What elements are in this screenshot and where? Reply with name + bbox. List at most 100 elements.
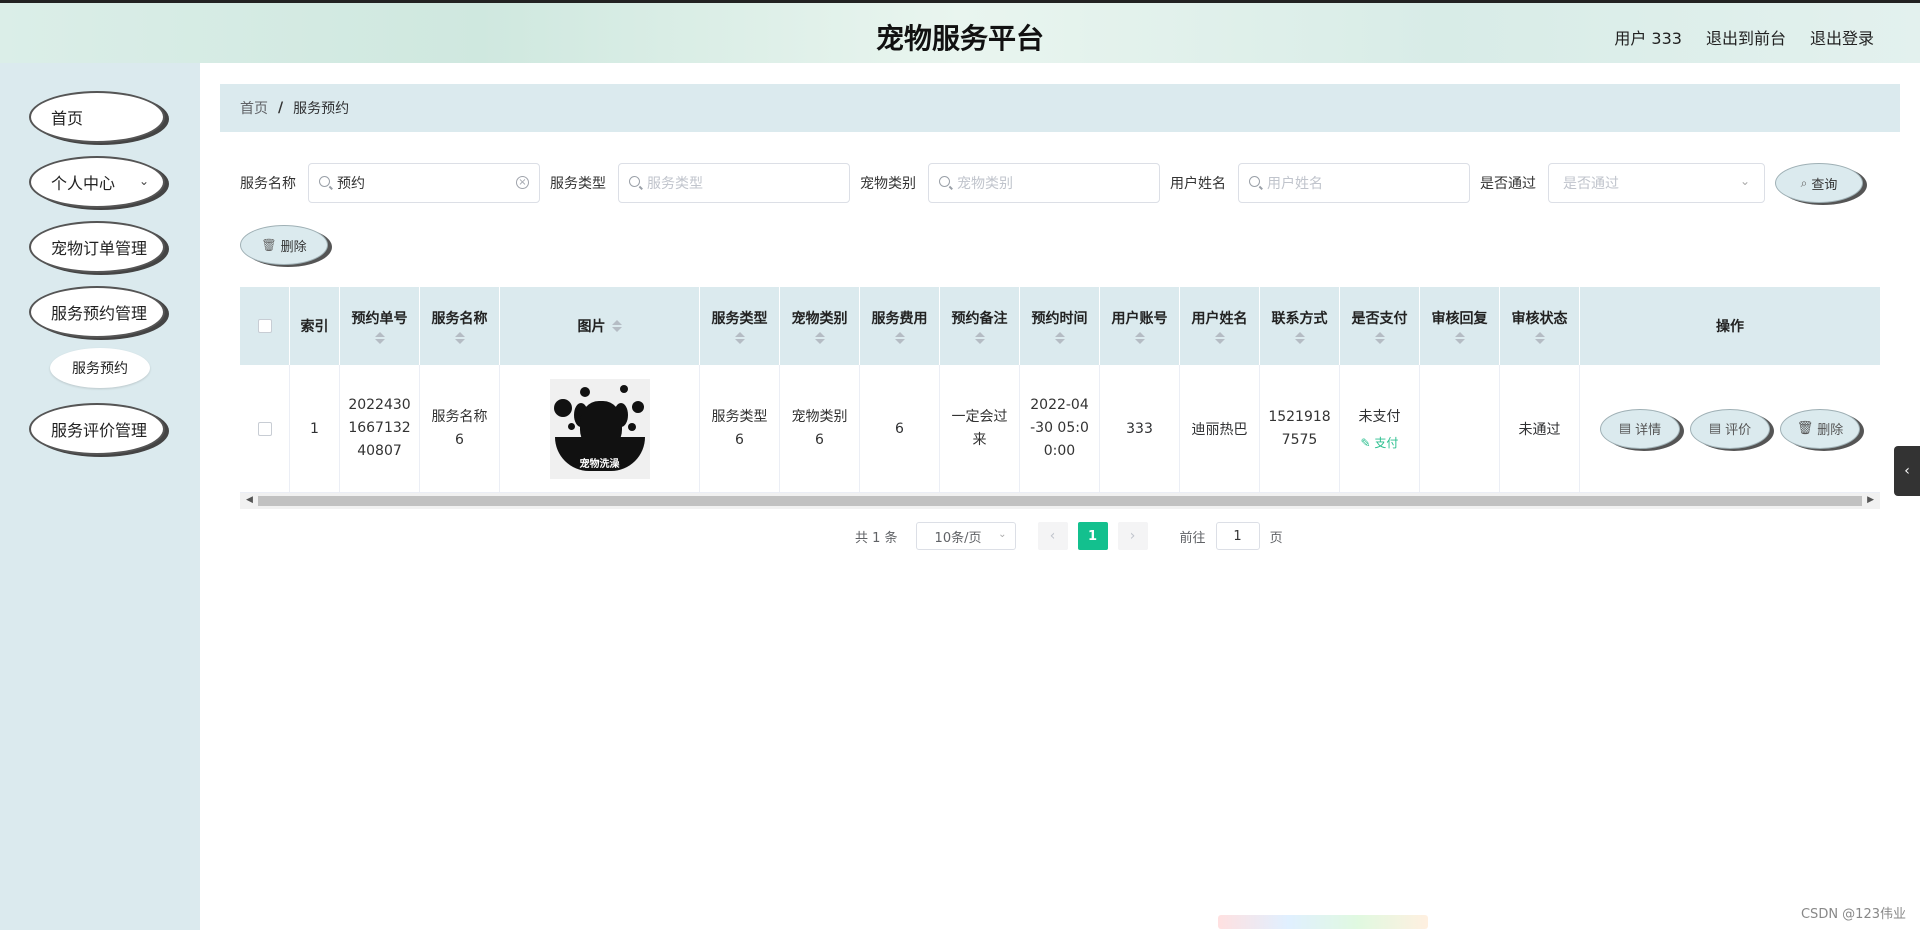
pay-link[interactable]: ✎ 支付 xyxy=(1361,434,1399,451)
column-header[interactable]: 服务类型 xyxy=(700,287,780,365)
column-header[interactable]: 审核状态 xyxy=(1500,287,1580,365)
back-to-front-link[interactable]: 退出到前台 xyxy=(1706,25,1786,49)
logout-link[interactable]: 退出登录 xyxy=(1810,25,1874,49)
sort-icon[interactable] xyxy=(1054,332,1065,344)
sort-icon[interactable] xyxy=(454,332,465,344)
time-line: -30 05:0 xyxy=(1030,420,1089,436)
time-line: 2022-04 xyxy=(1030,397,1089,413)
collapse-panel-button[interactable]: ‹ xyxy=(1894,446,1920,496)
sort-icon[interactable] xyxy=(1294,332,1305,344)
query-button[interactable]: ⌕ 查询 xyxy=(1775,163,1863,203)
phone-line: 7575 xyxy=(1281,431,1318,448)
sort-icon[interactable] xyxy=(814,332,825,344)
column-header[interactable]: 审核回复 xyxy=(1420,287,1500,365)
search-icon xyxy=(629,176,640,187)
sidebar-subitem-service-booking[interactable]: 服务预约 xyxy=(50,348,150,388)
sort-icon[interactable] xyxy=(374,332,385,344)
search-icon xyxy=(1249,176,1260,187)
user-name-placeholder: 用户姓名 xyxy=(1267,176,1323,192)
service-name-input[interactable]: 预约 × xyxy=(308,163,540,203)
sidebar-item-service-booking-mgmt[interactable]: 服务预约管理 xyxy=(29,286,165,338)
image-caption: 宠物洗澡 xyxy=(579,458,620,470)
pagination: 共 1 条 10条/页 ⌄ ‹ 1 › 前往 1 页 xyxy=(855,522,1283,550)
sort-icon[interactable] xyxy=(1534,332,1545,344)
detail-button[interactable]: ▤ 详情 xyxy=(1600,408,1680,449)
sidebar-item-home[interactable]: 首页 xyxy=(29,91,165,143)
sidebar-item-label: 服务预约 xyxy=(72,361,128,377)
column-header[interactable]: 预约备注 xyxy=(940,287,1020,365)
service-name-label: 服务名称 xyxy=(240,176,296,192)
remark-line: 来 xyxy=(972,431,987,448)
column-service-name-header: 服务名称 xyxy=(431,311,488,327)
column-image-header: 图片 xyxy=(577,319,606,335)
sidebar-item-personal-center[interactable]: 个人中心 ⌄ xyxy=(29,156,165,208)
column-fee-header: 服务费用 xyxy=(871,311,928,327)
column-header[interactable]: 是否支付 xyxy=(1340,287,1420,365)
table-horizontal-scrollbar[interactable]: ◀ ▶ xyxy=(240,493,1880,509)
passed-select[interactable]: 是否通过 ⌄ xyxy=(1548,163,1765,203)
index-value: 1 xyxy=(310,420,319,437)
goto-page-input[interactable]: 1 xyxy=(1215,522,1260,550)
sort-icon[interactable] xyxy=(1214,332,1225,344)
breadcrumb-home[interactable]: 首页 xyxy=(240,98,268,118)
sort-icon[interactable] xyxy=(1454,332,1465,344)
review-button[interactable]: ▤ 评价 xyxy=(1690,408,1770,449)
column-header[interactable]: 预约时间 xyxy=(1020,287,1100,365)
sidebar-item-pet-orders[interactable]: 宠物订单管理 xyxy=(29,221,165,273)
column-status-header: 审核状态 xyxy=(1511,311,1568,327)
cell-account: 333 xyxy=(1100,365,1180,492)
page-number-current[interactable]: 1 xyxy=(1077,522,1108,550)
pet-category-input[interactable]: 宠物类别 xyxy=(928,163,1160,203)
service-type-line: 6 xyxy=(735,431,744,448)
next-page-button[interactable]: › xyxy=(1117,522,1148,550)
scrollbar-thumb[interactable] xyxy=(258,496,1862,506)
passed-placeholder: 是否通过 xyxy=(1563,176,1619,192)
sort-icon[interactable] xyxy=(611,320,622,332)
column-header[interactable]: 图片 xyxy=(500,287,700,365)
cell-status: 未通过 xyxy=(1500,365,1580,492)
service-type-input[interactable]: 服务类型 xyxy=(618,163,850,203)
column-order-no-header: 预约单号 xyxy=(351,311,408,327)
watermark: CSDN @123伟业 xyxy=(1800,907,1906,922)
column-header[interactable]: 预约单号 xyxy=(340,287,420,365)
row-select-cell xyxy=(240,365,290,492)
order-no-line: 1667132 xyxy=(348,420,411,436)
column-header[interactable]: 宠物类别 xyxy=(780,287,860,365)
column-header[interactable]: 服务名称 xyxy=(420,287,500,365)
column-header[interactable]: 用户姓名 xyxy=(1180,287,1260,365)
sort-icon[interactable] xyxy=(974,332,985,344)
scroll-right-icon[interactable]: ▶ xyxy=(1867,495,1874,505)
passed-label: 是否通过 xyxy=(1480,176,1536,192)
column-user-name-header: 用户姓名 xyxy=(1191,311,1248,327)
column-header[interactable]: 用户账号 xyxy=(1100,287,1180,365)
delete-row-button[interactable]: 🗑 删除 xyxy=(1780,408,1860,449)
column-header: 索引 xyxy=(290,287,340,365)
review-button-label: 评价 xyxy=(1725,423,1752,438)
pet-category-line: 6 xyxy=(815,431,824,448)
cell-service-name: 服务名称 6 xyxy=(420,365,500,492)
sort-icon[interactable] xyxy=(734,332,745,344)
column-header[interactable]: 联系方式 xyxy=(1260,287,1340,365)
prev-page-button[interactable]: ‹ xyxy=(1037,522,1068,550)
pet-bath-image[interactable]: 宠物洗澡 xyxy=(549,378,650,479)
bulk-delete-button[interactable]: 🗑 删除 xyxy=(240,225,328,265)
sort-icon[interactable] xyxy=(1374,332,1385,344)
pay-link-label: 支付 xyxy=(1374,436,1399,450)
sidebar-item-service-review-mgmt[interactable]: 服务评价管理 xyxy=(29,403,165,455)
breadcrumb-separator: / xyxy=(278,100,284,116)
page-size-select[interactable]: 10条/页 ⌄ xyxy=(915,522,1016,550)
column-header[interactable]: 服务费用 xyxy=(860,287,940,365)
scroll-left-icon[interactable]: ◀ xyxy=(246,495,253,505)
query-button-label: 查询 xyxy=(1811,177,1838,193)
cell-remark: 一定会过 来 xyxy=(940,365,1020,492)
row-checkbox[interactable] xyxy=(257,421,272,436)
user-name-input[interactable]: 用户姓名 xyxy=(1238,163,1470,203)
select-all-checkbox[interactable] xyxy=(257,319,272,333)
clear-icon[interactable]: × xyxy=(516,176,529,189)
sort-icon[interactable] xyxy=(1134,332,1145,344)
sidebar-item-label: 服务预约管理 xyxy=(51,304,148,323)
cell-reply xyxy=(1420,365,1500,492)
sort-icon[interactable] xyxy=(894,332,905,344)
search-icon: ⌕ xyxy=(1800,175,1808,190)
cell-paid: 未支付 ✎ 支付 xyxy=(1340,365,1420,492)
